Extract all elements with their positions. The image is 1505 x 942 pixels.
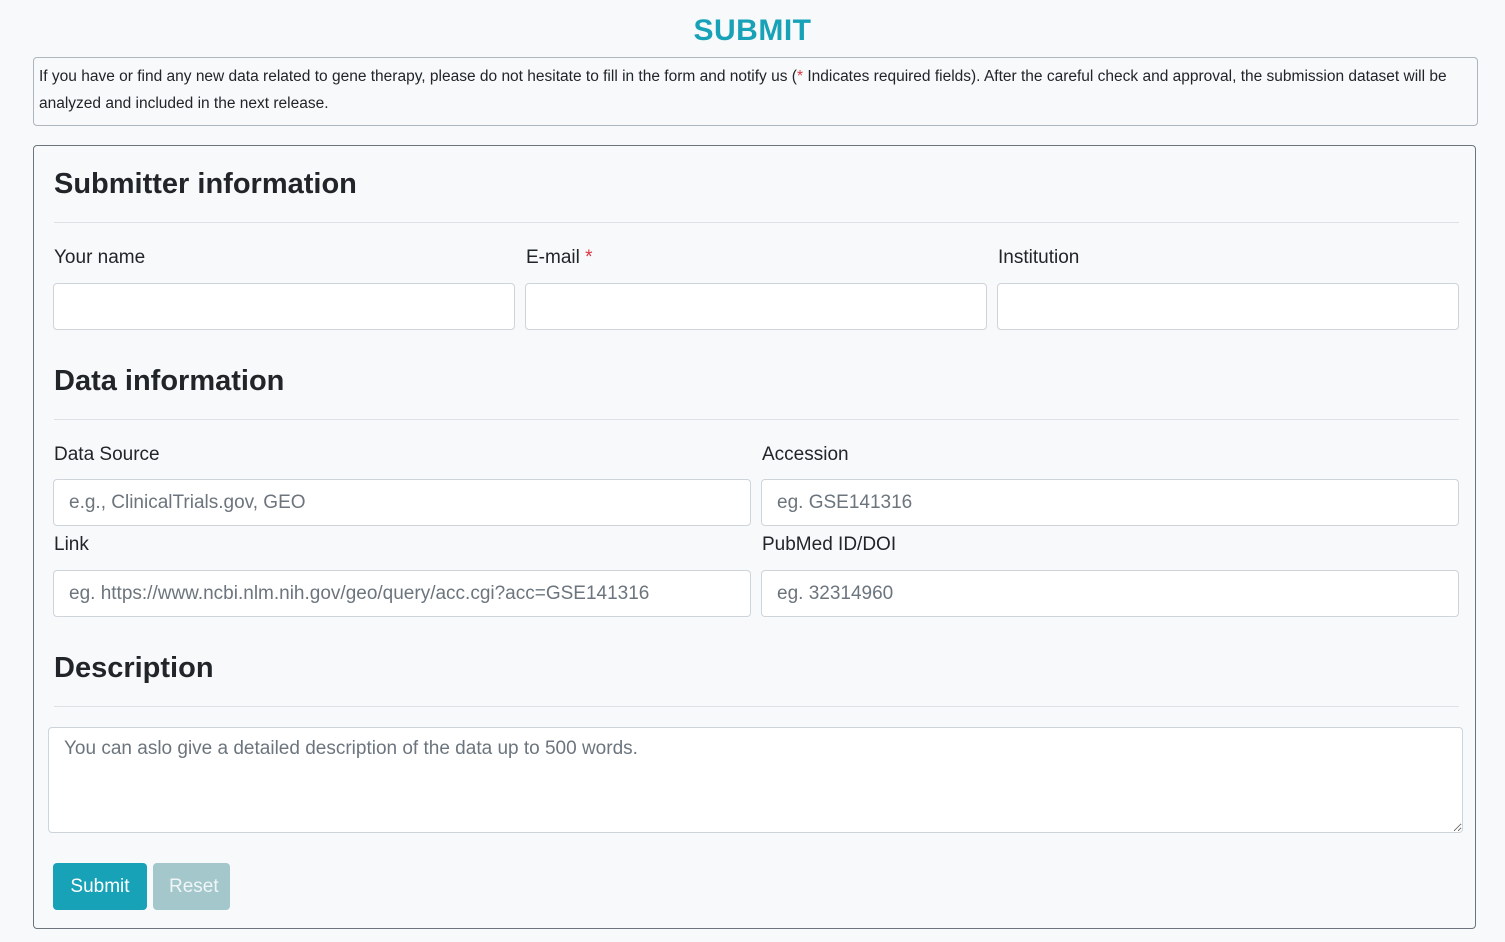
data-divider (54, 419, 1459, 420)
submission-notice: If you have or find any new data related… (33, 57, 1478, 126)
link-input[interactable] (53, 570, 751, 617)
name-label: Your name (54, 247, 146, 268)
pubmed-label: PubMed ID/DOI (762, 534, 897, 555)
institution-label: Institution (998, 247, 1080, 268)
submitter-divider (54, 222, 1459, 223)
description-textarea[interactable] (48, 727, 1463, 833)
page-title: SUBMIT (693, 14, 812, 47)
submission-form: Submitter information Your name E-mail *… (33, 145, 1476, 929)
notice-text-start: If you have or find any new data related… (39, 68, 797, 85)
accession-input[interactable] (761, 479, 1459, 526)
name-input[interactable] (53, 283, 515, 330)
description-divider (54, 706, 1459, 707)
reset-button[interactable]: Reset (153, 863, 230, 910)
email-label-text: E-mail (526, 247, 580, 268)
data-source-label: Data Source (54, 444, 160, 465)
data-section-title: Data information (54, 365, 285, 397)
institution-input[interactable] (997, 283, 1459, 330)
submitter-section-title: Submitter information (54, 168, 357, 200)
link-label: Link (54, 534, 89, 555)
description-section-title: Description (54, 652, 214, 684)
email-input[interactable] (525, 283, 987, 330)
data-source-input[interactable] (53, 479, 751, 526)
email-required-star: * (585, 247, 593, 268)
email-label: E-mail * (526, 247, 593, 269)
pubmed-input[interactable] (761, 570, 1459, 617)
submit-button[interactable]: Submit (53, 863, 147, 910)
accession-label: Accession (762, 444, 849, 465)
